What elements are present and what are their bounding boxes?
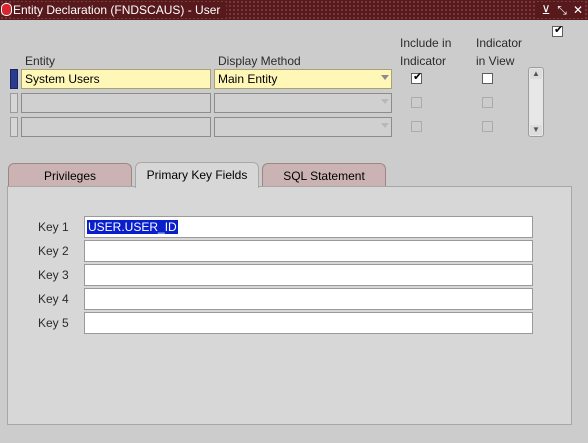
- key-4-label: Key 4: [38, 292, 69, 306]
- display-method-select-3[interactable]: [214, 117, 392, 137]
- chevron-down-icon[interactable]: [381, 123, 389, 128]
- entity-field-2[interactable]: [21, 93, 211, 113]
- tab-privileges[interactable]: Privileges: [8, 163, 132, 187]
- scroll-up-icon[interactable]: ▲: [530, 69, 542, 79]
- indicator-in-view-header-line2: in View: [476, 54, 515, 68]
- key-2-label: Key 2: [38, 244, 69, 258]
- key-5-field[interactable]: [84, 312, 533, 334]
- window-title: Entity Declaration (FNDSCAUS) - User: [13, 2, 227, 18]
- restore-icon[interactable]: ⤡: [556, 2, 568, 18]
- key-1-label: Key 1: [38, 220, 69, 234]
- key-3-field[interactable]: [84, 264, 533, 286]
- display-method-select-1[interactable]: Main Entity: [214, 69, 392, 89]
- display-method-header: Display Method: [218, 54, 301, 68]
- include-in-indicator-checkbox-1[interactable]: ✔: [411, 71, 423, 84]
- display-method-select-2[interactable]: [214, 93, 392, 113]
- select-all-checkbox[interactable]: ✔: [552, 24, 564, 37]
- key-1-field[interactable]: USER.USER_ID: [84, 216, 533, 238]
- chevron-down-icon[interactable]: [381, 99, 389, 104]
- display-method-value-1: Main Entity: [218, 72, 278, 86]
- include-in-indicator-checkbox-2[interactable]: [411, 97, 422, 108]
- include-in-indicator-header-line2: Indicator: [400, 54, 447, 68]
- oracle-logo-icon[interactable]: [1, 3, 12, 16]
- key-4-field[interactable]: [84, 288, 533, 310]
- close-icon[interactable]: ✕: [572, 2, 584, 18]
- minimize-icon[interactable]: ⊻: [540, 2, 552, 18]
- window-controls: ⊻ ⤡ ✕: [536, 2, 584, 18]
- row-selector-1[interactable]: [10, 69, 18, 89]
- key-5-label: Key 5: [38, 316, 69, 330]
- records-scrollbar[interactable]: ▲ ▼: [528, 67, 544, 137]
- row-selector-3[interactable]: [10, 117, 18, 137]
- tab-primary-key-fields[interactable]: Primary Key Fields: [135, 162, 259, 188]
- title-bar: Entity Declaration (FNDSCAUS) - User ⊻ ⤡…: [0, 0, 588, 20]
- indicator-in-view-checkbox-3[interactable]: [482, 121, 493, 132]
- indicator-in-view-header-line1: Indicator: [476, 36, 523, 50]
- row-selector-2[interactable]: [10, 93, 18, 113]
- key-3-label: Key 3: [38, 268, 69, 282]
- chevron-down-icon[interactable]: [381, 75, 389, 80]
- indicator-in-view-checkbox-2[interactable]: [482, 97, 493, 108]
- key-1-value: USER.USER_ID: [87, 220, 178, 234]
- entity-field-3[interactable]: [21, 117, 211, 137]
- indicator-in-view-checkbox-1[interactable]: [482, 73, 493, 84]
- entity-field-1[interactable]: System Users: [21, 69, 211, 89]
- include-in-indicator-header-line1: Include in: [400, 36, 452, 50]
- entity-header: Entity: [25, 54, 56, 68]
- tab-sql-statement[interactable]: SQL Statement: [262, 163, 386, 187]
- checkmark-icon: ✔: [413, 71, 423, 83]
- scroll-down-icon[interactable]: ▼: [530, 125, 542, 135]
- include-in-indicator-checkbox-3[interactable]: [411, 121, 422, 132]
- checkmark-icon: ✔: [554, 24, 564, 36]
- key-2-field[interactable]: [84, 240, 533, 262]
